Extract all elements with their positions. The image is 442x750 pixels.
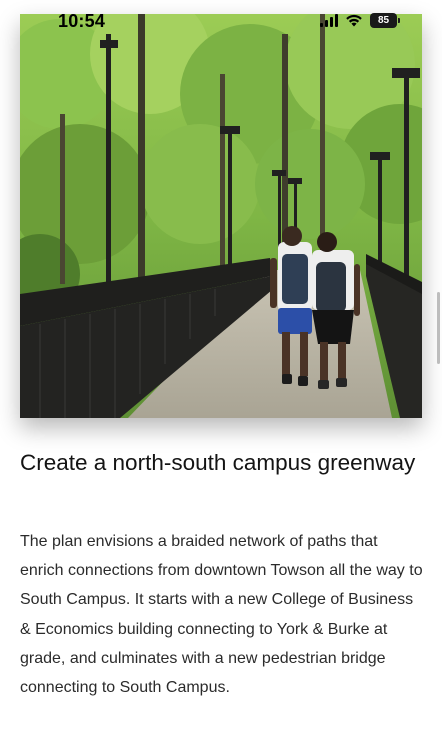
scrollbar[interactable]	[437, 292, 440, 364]
greenway-bridge-photo	[20, 14, 422, 418]
battery-icon: 85	[370, 12, 400, 28]
battery-level: 85	[370, 12, 397, 28]
article-title: Create a north-south campus greenway	[20, 450, 416, 475]
status-bar: 10:54 85	[0, 0, 442, 40]
wifi-icon	[345, 13, 363, 27]
status-time: 10:54	[58, 11, 106, 31]
article-body: The plan envisions a braided network of …	[20, 533, 423, 697]
status-icons: 85	[320, 11, 400, 29]
cellular-signal-icon	[320, 13, 338, 27]
